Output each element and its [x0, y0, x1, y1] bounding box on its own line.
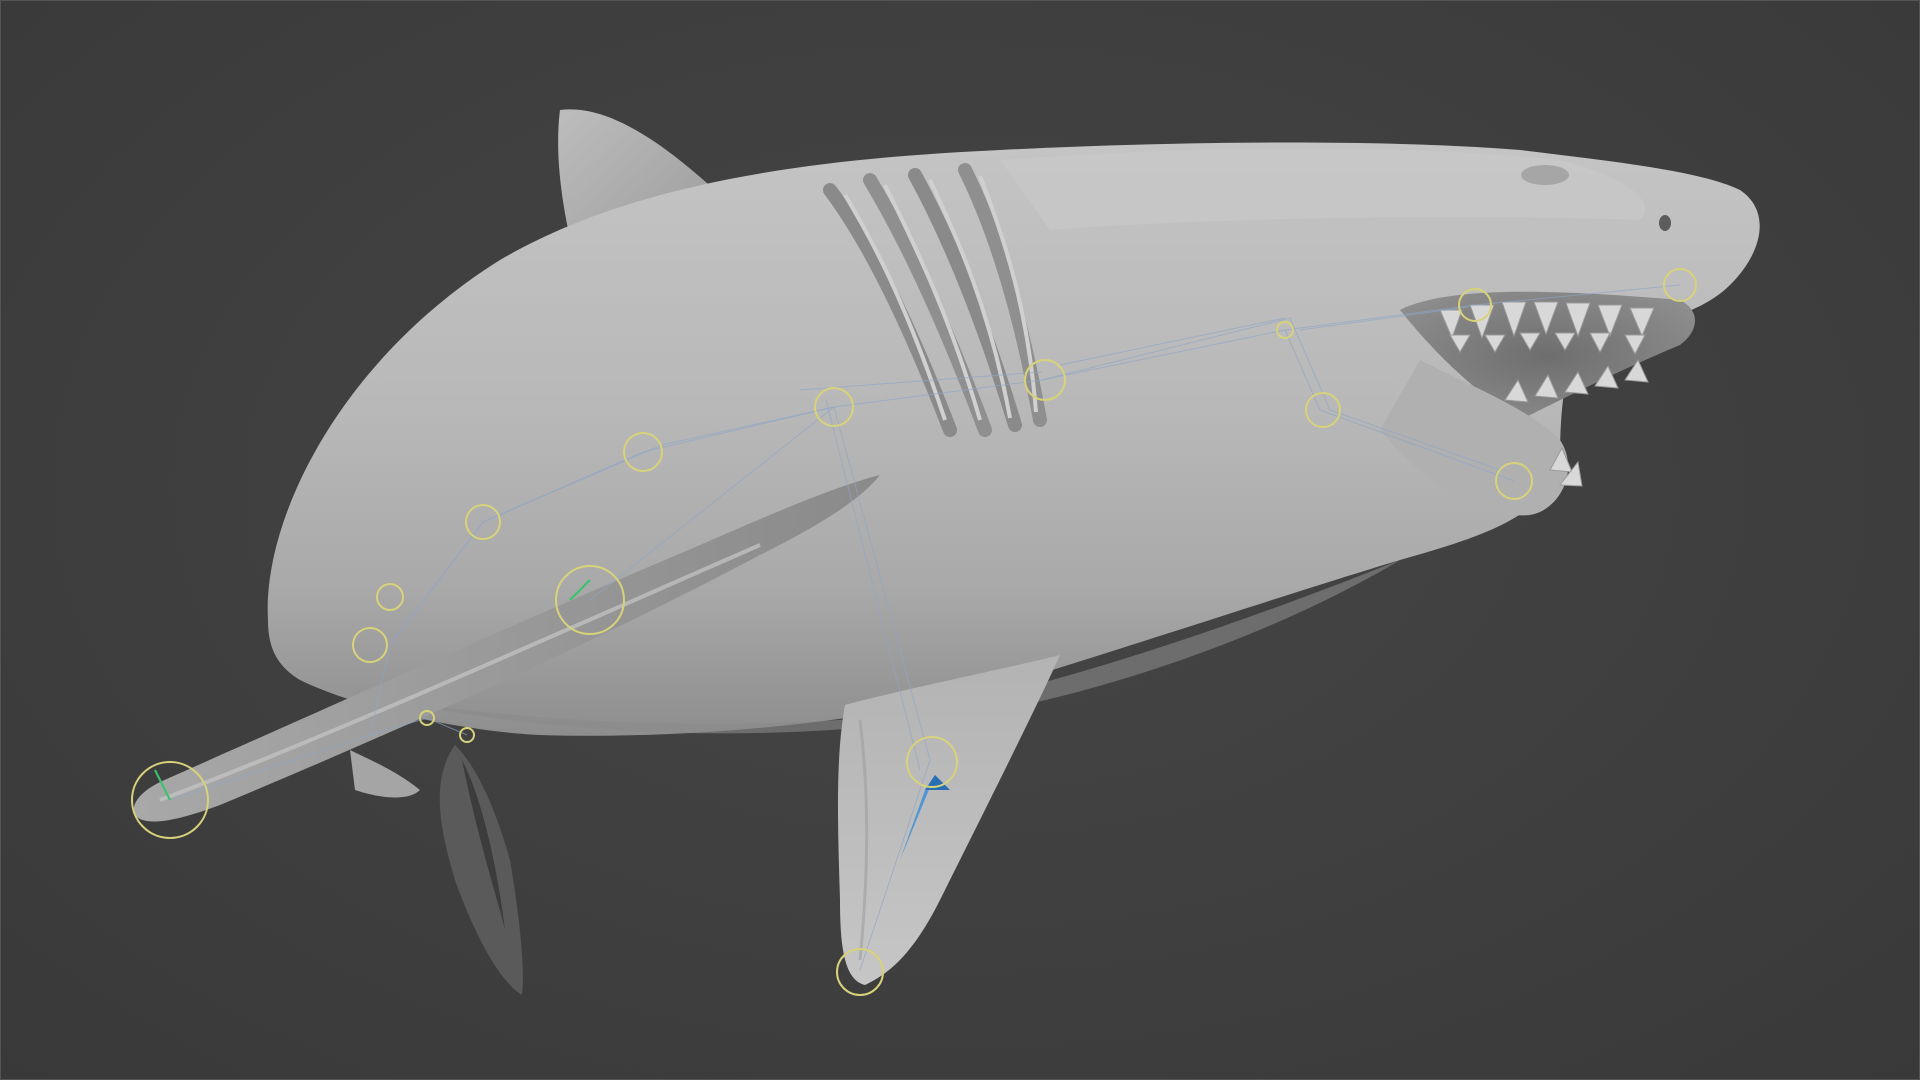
- nostril: [1659, 215, 1671, 231]
- scene-canvas[interactable]: [0, 0, 1920, 1080]
- pelvic-fin[interactable]: [350, 750, 420, 798]
- caudal-fin-lower[interactable]: [439, 745, 523, 995]
- eye-ridge: [1521, 165, 1569, 185]
- 3d-viewport[interactable]: [0, 0, 1920, 1080]
